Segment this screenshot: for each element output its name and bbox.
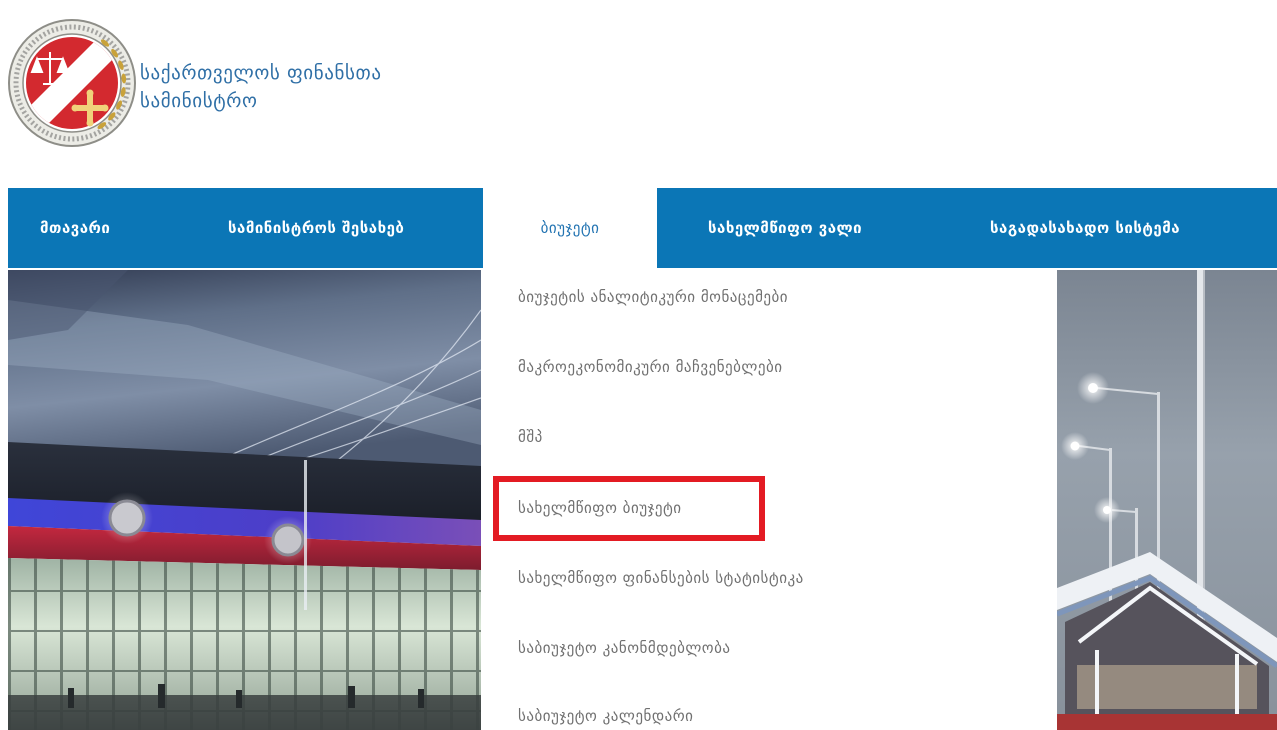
menu-item-budget-analytics[interactable]: ბიუჯეტის ანალიტიკური მონაცემები bbox=[518, 287, 1038, 307]
main-navigation: მთავარი სამინისტროს შესახებ ბიუჯეტი სახე… bbox=[8, 188, 1277, 268]
nav-item-budget[interactable]: ბიუჯეტი bbox=[483, 188, 657, 268]
menu-item-macroeconomic-indicators[interactable]: მაკროეკონომიკური მაჩვენებლები bbox=[518, 357, 1038, 377]
nav-item-state-debt[interactable]: სახელმწიფო ვალი bbox=[708, 188, 862, 268]
menu-item-budget-calendar[interactable]: საბიუჯეტო კალენდარი bbox=[518, 706, 1038, 726]
ministry-seal-logo bbox=[8, 19, 136, 147]
menu-item-state-budget[interactable]: სახელმწიფო ბიუჯეტი bbox=[518, 498, 1038, 518]
menu-item-gdp[interactable]: მშპ bbox=[518, 427, 1038, 447]
site-brand-link[interactable]: საქართველოს ფინანსთა სამინისტრო bbox=[6, 10, 426, 160]
hero-photo-left bbox=[8, 270, 481, 730]
menu-item-public-finance-statistics[interactable]: სახელმწიფო ფინანსების სტატისტიკა bbox=[518, 568, 1038, 588]
nav-item-tax-system[interactable]: საგადასახადო სისტემა bbox=[990, 188, 1180, 268]
hero-photo-right bbox=[1057, 270, 1277, 730]
light-pole bbox=[304, 460, 307, 610]
ministry-name-line1: საქართველოს ფინანსთა bbox=[140, 62, 382, 84]
interior-lights bbox=[1077, 665, 1257, 709]
budget-dropdown-menu: ბიუჯეტის ანალიტიკური მონაცემები მაკროეკო… bbox=[481, 268, 1057, 730]
nav-item-home[interactable]: მთავარი bbox=[40, 188, 110, 268]
ministry-name-line2: სამინისტრო bbox=[140, 90, 258, 112]
menu-item-budget-legislation[interactable]: საბიუჯეტო კანონმდებლობა bbox=[518, 638, 1038, 658]
street-level bbox=[8, 695, 481, 730]
red-entrance-strip bbox=[1057, 714, 1277, 730]
nav-item-about-ministry[interactable]: სამინისტროს შესახებ bbox=[228, 188, 404, 268]
